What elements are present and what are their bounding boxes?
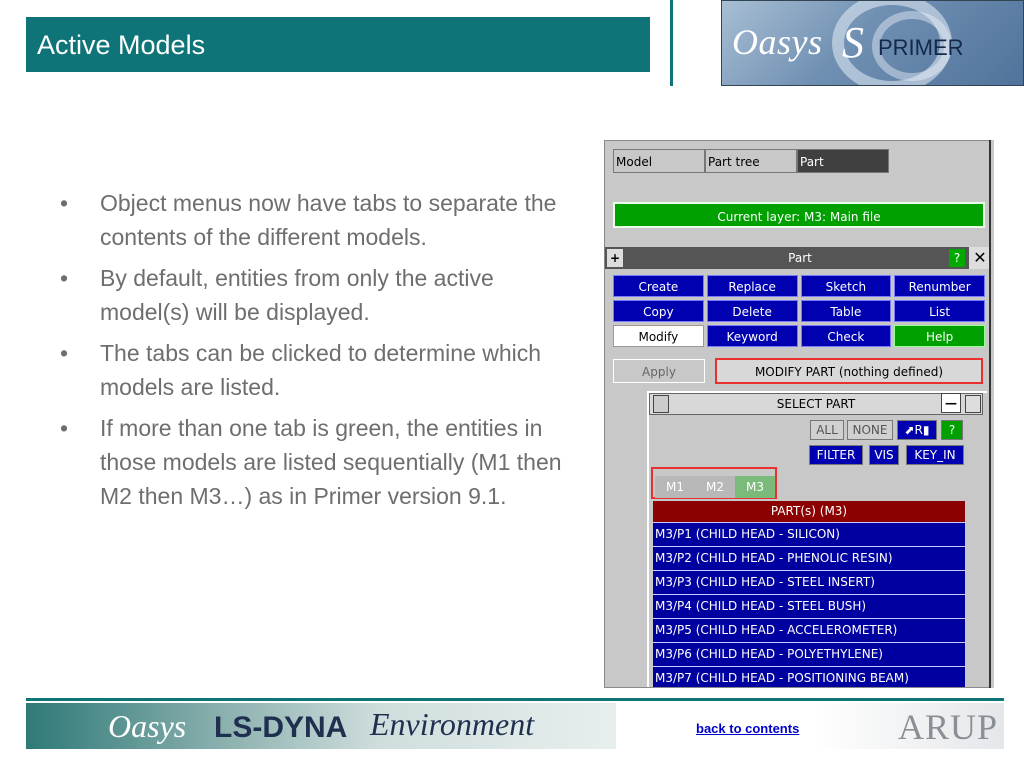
none-button[interactable]: NONE — [847, 420, 893, 440]
renumber-button[interactable]: Renumber — [894, 275, 985, 297]
list-item[interactable]: M3/P3 (CHILD HEAD - STEEL INSERT) — [653, 570, 965, 594]
minimize-icon[interactable]: — — [941, 393, 961, 413]
check-button[interactable]: Check — [800, 325, 892, 347]
panel-title: Part — [788, 251, 812, 265]
list-item[interactable]: M3/P7 (CHILD HEAD - POSITIONING BEAM) — [653, 666, 965, 687]
bullet-item: Object menus now have tabs to separate t… — [58, 186, 578, 254]
screenshot-edge — [989, 140, 994, 688]
tab-part[interactable]: Part — [797, 149, 889, 173]
footer-rule — [26, 698, 1004, 701]
copy-button[interactable]: Copy — [613, 300, 704, 322]
tab-model[interactable]: Model — [613, 149, 705, 173]
part-list: M3/P1 (CHILD HEAD - SILICON) M3/P2 (CHIL… — [653, 522, 965, 687]
select-part-title: SELECT PART — [649, 393, 983, 415]
list-item[interactable]: M3/P5 (CHILD HEAD - ACCELEROMETER) — [653, 618, 965, 642]
tab-m3[interactable]: M3 — [735, 476, 775, 498]
footer-product: LS-DYNA — [214, 711, 348, 744]
help-menu-button[interactable]: Help — [894, 325, 985, 347]
pick-region-button[interactable]: ⬈R▮ — [897, 420, 937, 440]
bullet-item: The tabs can be clicked to determine whi… — [58, 336, 578, 404]
bullet-item: By default, entities from only the activ… — [58, 261, 578, 329]
list-item[interactable]: M3/P1 (CHILD HEAD - SILICON) — [653, 522, 965, 546]
logo-product: PRIMER — [878, 35, 964, 60]
list-button[interactable]: List — [894, 300, 985, 322]
bullet-item: If more than one tab is green, the entit… — [58, 411, 578, 513]
bullet-list: Object menus now have tabs to separate t… — [58, 186, 578, 520]
list-item[interactable]: M3/P4 (CHILD HEAD - STEEL BUSH) — [653, 594, 965, 618]
move-icon[interactable]: + — [607, 249, 623, 267]
all-button[interactable]: ALL — [810, 420, 844, 440]
pick-region-label: R — [914, 423, 923, 437]
modify-button[interactable]: Modify — [613, 325, 704, 347]
keyword-button[interactable]: Keyword — [706, 325, 798, 347]
page-title: Active Models — [26, 17, 650, 72]
apply-button[interactable]: Apply — [613, 359, 705, 383]
part-list-header: PART(s) (M3) — [653, 501, 965, 522]
cursor-icon: ▮ — [922, 423, 930, 437]
back-to-contents-link[interactable]: back to contents — [696, 721, 799, 736]
footer-environment: Environment — [370, 706, 535, 742]
modify-status: MODIFY PART (nothing defined) — [715, 358, 983, 384]
filter-button[interactable]: FILTER — [809, 445, 863, 465]
close-icon[interactable]: ✕ — [969, 247, 991, 269]
tab-m1[interactable]: M1 — [655, 476, 695, 498]
create-button[interactable]: Create — [613, 275, 704, 297]
list-item[interactable]: M3/P2 (CHILD HEAD - PHENOLIC RESIN) — [653, 546, 965, 570]
primer-screenshot: Model Part tree Part Current layer: M3: … — [604, 140, 994, 688]
key-in-button[interactable]: KEY_IN — [906, 445, 964, 465]
divider — [670, 0, 673, 86]
logo-brand: Oasys — [732, 22, 823, 62]
part-action-buttons: Create Replace Sketch Renumber Copy Dele… — [613, 275, 985, 347]
tab-part-tree[interactable]: Part tree — [705, 149, 797, 173]
pointer-icon: ⬈ — [904, 423, 915, 437]
table-button[interactable]: Table — [800, 300, 892, 322]
primer-logo: Oasys S PRIMER — [721, 0, 1024, 86]
select-help-button[interactable]: ? — [941, 420, 963, 440]
vis-button[interactable]: VIS — [869, 445, 899, 465]
logo-s-mark: S — [842, 18, 864, 67]
delete-button[interactable]: Delete — [706, 300, 798, 322]
sketch-button[interactable]: Sketch — [800, 275, 892, 297]
footer-brand: Oasys — [108, 708, 187, 744]
help-button[interactable]: ? — [949, 249, 965, 267]
collapse-icon[interactable] — [653, 395, 669, 413]
current-layer-bar: Current layer: M3: Main file — [613, 202, 985, 228]
arup-logo: ARUP — [898, 707, 999, 747]
list-item[interactable]: M3/P6 (CHILD HEAD - POLYETHYLENE) — [653, 642, 965, 666]
tab-m2[interactable]: M2 — [695, 476, 735, 498]
slide: Active Models Oasys S PRIMER Object menu… — [0, 0, 1024, 768]
maximize-icon[interactable] — [965, 395, 981, 413]
part-panel-titlebar: + Part ? ✕ — [605, 247, 993, 269]
replace-button[interactable]: Replace — [706, 275, 798, 297]
